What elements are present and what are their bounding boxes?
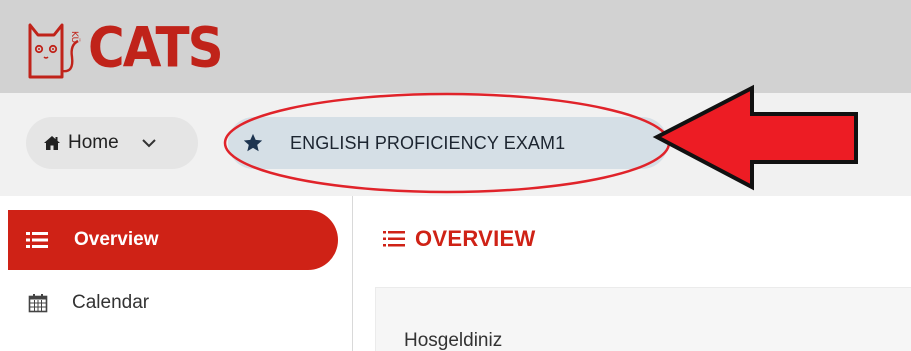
calendar-icon xyxy=(28,294,48,313)
welcome-text: Hosgeldiniz xyxy=(404,330,503,351)
course-breadcrumb[interactable]: ENGLISH PROFICIENCY EXAM1 xyxy=(228,117,668,169)
home-label: Home xyxy=(68,132,119,153)
course-label: ENGLISH PROFICIENCY EXAM1 xyxy=(290,132,566,153)
list-icon xyxy=(26,232,48,248)
logo-small-text: KÜ xyxy=(69,31,80,43)
sidebar-item-overview[interactable]: Overview xyxy=(8,210,338,270)
cat-logo-icon: KÜ xyxy=(28,23,80,79)
page-title: OVERVIEW xyxy=(383,226,536,252)
home-dropdown-button[interactable]: Home xyxy=(26,117,198,169)
app-header: KÜ CATS xyxy=(0,0,911,93)
sidebar-item-label: Calendar xyxy=(72,292,150,313)
app-logo[interactable]: KÜ CATS xyxy=(26,8,224,88)
sidebar-item-label: Overview xyxy=(74,229,159,250)
welcome-card: Hosgeldiniz xyxy=(375,287,911,351)
sidebar-divider xyxy=(352,196,353,351)
chevron-down-icon xyxy=(141,139,156,148)
logo-text: CATS xyxy=(88,16,224,80)
list-icon xyxy=(383,231,405,247)
star-icon xyxy=(243,133,263,152)
sidebar-item-calendar[interactable]: Calendar xyxy=(8,275,338,331)
home-icon xyxy=(44,136,60,150)
page-title-text: OVERVIEW xyxy=(415,226,536,251)
